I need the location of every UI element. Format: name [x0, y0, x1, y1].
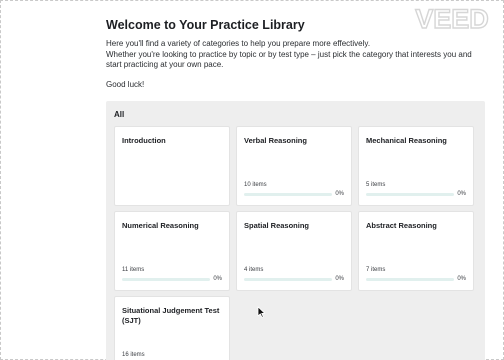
category-card-spatial-reasoning[interactable]: Spatial Reasoning 4 items 0% [236, 211, 352, 291]
card-title: Introduction [122, 136, 166, 145]
card-title: Numerical Reasoning [122, 221, 199, 230]
card-title: Mechanical Reasoning [366, 136, 447, 145]
mouse-pointer-icon [257, 306, 266, 318]
intro-line: Here you'll find a variety of categories… [106, 39, 371, 48]
card-progress-percent: 0% [335, 191, 344, 197]
page-title: Welcome to Your Practice Library [106, 18, 305, 32]
category-card-introduction[interactable]: Introduction [114, 126, 230, 206]
card-progress-percent: 0% [457, 276, 466, 282]
category-panel: All Introduction Verbal Reasoning 10 ite… [106, 101, 485, 360]
card-title: Verbal Reasoning [244, 136, 307, 145]
category-card-situational-judgement-test[interactable]: Situational Judgement Test (SJT) 16 item… [114, 296, 230, 360]
progress-bar [244, 278, 332, 281]
card-item-count: 7 items [366, 267, 386, 273]
progress-bar [366, 193, 454, 196]
category-card-abstract-reasoning[interactable]: Abstract Reasoning 7 items 0% [358, 211, 474, 291]
progress-bar [366, 278, 454, 281]
card-title: Situational Judgement Test (SJT) [122, 306, 220, 325]
card-progress-percent: 0% [213, 276, 222, 282]
card-progress-percent: 0% [457, 191, 466, 197]
progress-bar [122, 278, 210, 281]
card-title: Spatial Reasoning [244, 221, 310, 230]
card-item-count: 11 items [122, 267, 145, 273]
category-card-verbal-reasoning[interactable]: Verbal Reasoning 10 items 0% [236, 126, 352, 206]
intro-text: Here you'll find a variety of categories… [106, 39, 486, 90]
category-card-numerical-reasoning[interactable]: Numerical Reasoning 11 items 0% [114, 211, 230, 291]
card-progress-percent: 0% [335, 276, 344, 282]
intro-good-luck: Good luck! [106, 79, 145, 89]
library-header: Welcome to Your Practice Library Here yo… [106, 18, 486, 90]
intro-line: Whether you're looking to practice by to… [106, 49, 472, 70]
card-item-count: 4 items [244, 267, 264, 273]
card-item-count: 16 items [122, 352, 145, 358]
card-item-count: 10 items [244, 182, 267, 188]
category-card-mechanical-reasoning[interactable]: Mechanical Reasoning 5 items 0% [358, 126, 474, 206]
filter-label-all[interactable]: All [114, 110, 124, 119]
progress-bar [244, 193, 332, 196]
card-title: Abstract Reasoning [366, 221, 437, 230]
card-item-count: 5 items [366, 182, 386, 188]
